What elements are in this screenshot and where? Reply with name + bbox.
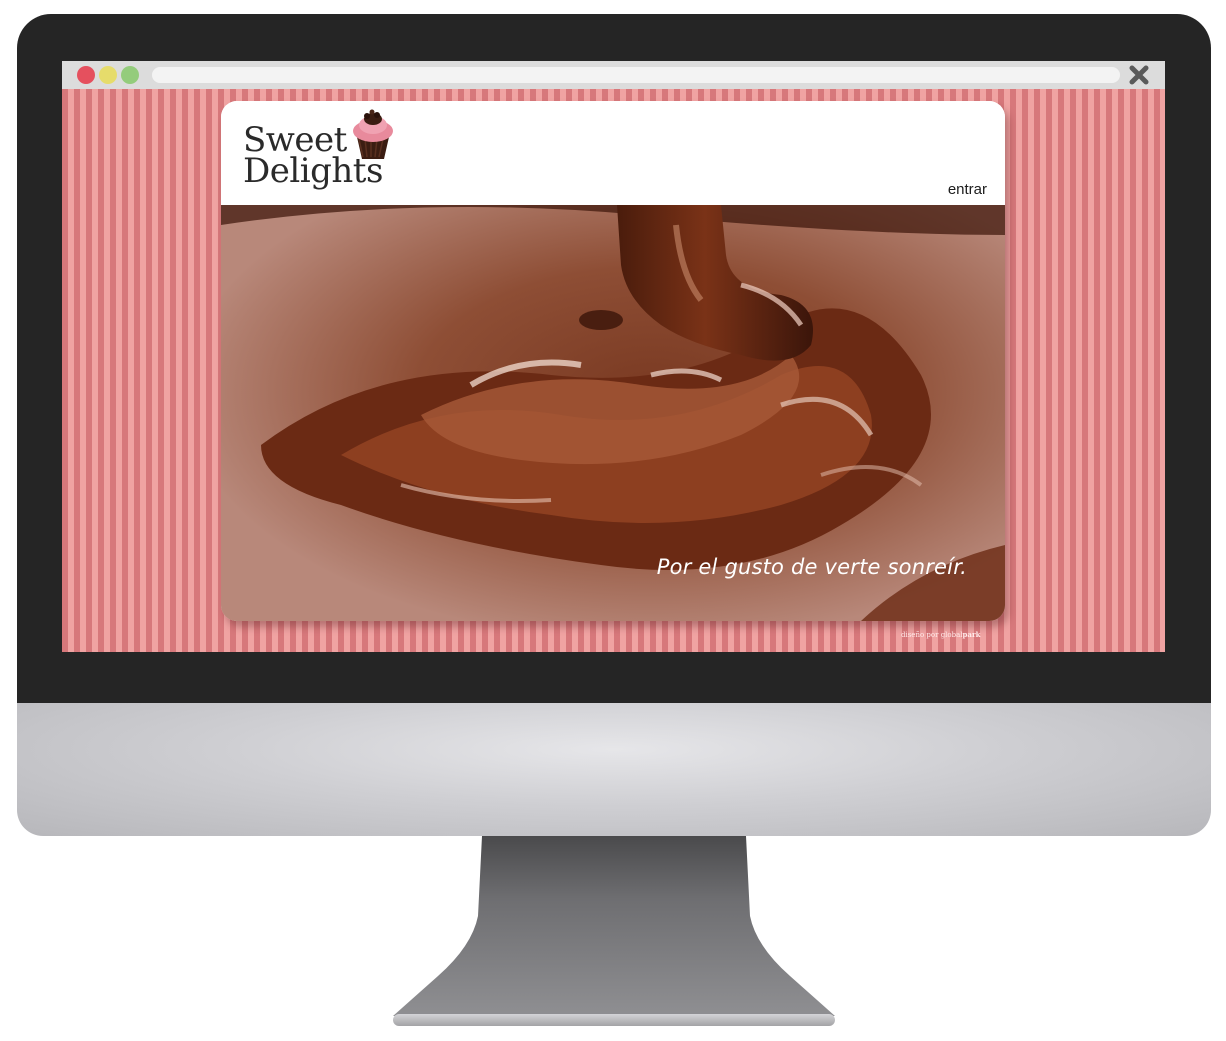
credits-prefix: diseño por <box>901 631 939 639</box>
monitor-stand <box>393 836 835 1026</box>
window-close-button[interactable] <box>77 66 95 84</box>
enter-link[interactable]: entrar <box>948 181 987 198</box>
close-icon[interactable] <box>1127 63 1151 87</box>
site-card: Sweet Delights entrar Por el gusto de ve… <box>221 101 1005 621</box>
credits-brand-a: global <box>940 631 963 639</box>
hero-image: Por el gusto de verte sonreír. <box>221 205 1005 621</box>
page-background: Sweet Delights entrar Por el gusto de ve… <box>62 89 1165 652</box>
site-header: Sweet Delights entrar <box>221 101 1005 205</box>
window-zoom-button[interactable] <box>121 66 139 84</box>
address-bar[interactable] <box>152 67 1120 83</box>
monitor-chin <box>17 703 1211 836</box>
hero-tagline: Por el gusto de verte sonreír. <box>656 555 967 579</box>
credits-brand-b: park <box>962 630 981 639</box>
window-minimize-button[interactable] <box>99 66 117 84</box>
footer-credits[interactable]: diseño por globalpark <box>901 630 980 639</box>
browser-window: Sweet Delights entrar Por el gusto de ve… <box>62 61 1165 652</box>
cupcake-icon <box>353 109 393 159</box>
browser-titlebar <box>62 61 1165 89</box>
